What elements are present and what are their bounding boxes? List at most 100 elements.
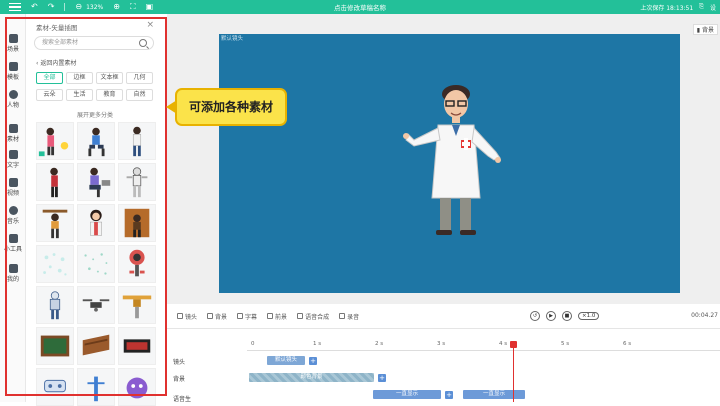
category-textbox[interactable]: 文本框 <box>96 72 123 84</box>
tick-label: 6 s <box>623 341 632 347</box>
add-voice-button[interactable]: + <box>445 391 453 399</box>
person-icon <box>8 90 18 99</box>
play-icon[interactable]: ▶ <box>546 311 556 321</box>
close-icon[interactable]: × <box>146 20 154 30</box>
category-life[interactable]: 生活 <box>66 89 93 101</box>
time-readout: 00:04.27 <box>691 312 718 319</box>
material-item[interactable] <box>36 245 74 283</box>
nav-mine[interactable]: 我的 <box>0 264 26 283</box>
category-education[interactable]: 教育 <box>96 89 123 101</box>
music-icon <box>8 206 18 215</box>
scene-icon <box>8 34 18 43</box>
lens-clip[interactable]: 默认镜头 <box>267 356 305 365</box>
background-tool[interactable]: 背景 <box>207 312 227 321</box>
nav-template[interactable]: 模板 <box>0 62 26 81</box>
tick-label: 1 s <box>313 341 322 347</box>
material-item[interactable] <box>77 327 115 365</box>
template-icon <box>8 62 18 71</box>
category-grid: 全部 边框 文本框 几何 云朵 生活 教育 自然 <box>36 72 156 101</box>
fit-icon[interactable]: ▣ <box>146 3 154 11</box>
material-item[interactable] <box>77 286 115 324</box>
material-item[interactable] <box>118 286 156 324</box>
lens-tool[interactable]: 镜头 <box>177 312 197 321</box>
playhead[interactable] <box>513 344 514 402</box>
menu-icon[interactable] <box>9 3 21 11</box>
voice-clip-2[interactable]: 一直显示 <box>463 390 525 399</box>
voice-clip-1[interactable]: 一直显示 <box>373 390 441 399</box>
draft-title[interactable]: 点击修改草稿名称 <box>0 2 720 12</box>
record-icon <box>339 313 346 319</box>
redo-icon[interactable]: ↷ <box>48 3 55 11</box>
material-item[interactable] <box>77 163 115 201</box>
material-item[interactable] <box>77 245 115 283</box>
material-item[interactable] <box>118 327 156 365</box>
zoom-out-icon[interactable]: ⊖ <box>75 3 82 11</box>
material-item[interactable] <box>77 368 115 406</box>
record-tool[interactable]: 录音 <box>339 312 359 321</box>
track-label-lens: 镜头 <box>173 359 186 366</box>
canvas-lens-label: 默认镜头 <box>221 36 244 42</box>
subtitle-tool[interactable]: 字幕 <box>237 312 257 321</box>
category-geometry[interactable]: 几何 <box>126 72 153 84</box>
add-background-button[interactable]: + <box>378 374 386 382</box>
category-all[interactable]: 全部 <box>36 72 63 84</box>
lens-icon <box>177 313 183 319</box>
nav-text[interactable]: 文字 <box>0 150 26 169</box>
divider <box>64 3 66 11</box>
background-button[interactable]: ▮ 背景 <box>692 24 718 35</box>
text-icon <box>8 150 18 159</box>
background-clip[interactable]: 颜色背景 <box>249 373 374 382</box>
material-item[interactable] <box>118 204 156 242</box>
left-nav: 场景 模板 人物 素材 文字 视频 音乐 小工具 我的 <box>0 14 26 402</box>
nav-music[interactable]: 音乐 <box>0 206 26 225</box>
replay-icon[interactable]: ↺ <box>530 311 540 321</box>
undo-icon[interactable]: ↶ <box>31 3 38 11</box>
back-link[interactable]: ‹ 返回内置素材 <box>36 58 76 67</box>
material-item[interactable] <box>77 204 115 242</box>
save-icon[interactable]: ⎘ <box>699 3 704 11</box>
mine-icon <box>8 264 18 273</box>
tick-label: 3 s <box>437 341 446 347</box>
material-item[interactable] <box>36 163 74 201</box>
category-border[interactable]: 边框 <box>66 72 93 84</box>
top-bar: ↶ ↷ ⊖ 132% ⊕ ⛶ ▣ 点击修改草稿名称 上次保存 18:13:51 … <box>0 0 720 14</box>
zoom-level: 132% <box>86 3 104 11</box>
add-lens-button[interactable]: + <box>309 357 317 365</box>
fullscreen-icon[interactable]: ⛶ <box>130 3 136 11</box>
tick-label: 5 s <box>561 341 570 347</box>
foreground-tool[interactable]: 前景 <box>267 312 287 321</box>
nav-character[interactable]: 人物 <box>0 90 26 109</box>
tools-icon <box>8 234 18 243</box>
material-item[interactable] <box>36 286 74 324</box>
nav-tools[interactable]: 小工具 <box>0 234 26 253</box>
playhead-handle[interactable] <box>510 341 517 348</box>
speed-selector[interactable]: ×1.0 <box>578 312 600 320</box>
material-item[interactable] <box>118 368 156 406</box>
material-item[interactable] <box>77 122 115 160</box>
material-item[interactable] <box>36 368 74 406</box>
material-item[interactable] <box>118 245 156 283</box>
settings-button[interactable]: 设 <box>710 3 716 12</box>
track-label-bg: 背景 <box>173 376 186 383</box>
expand-categories[interactable]: 展开更多分类 <box>36 110 154 119</box>
time-ruler[interactable]: 0 1 s 2 s 3 s 4 s 5 s 6 s <box>247 339 720 351</box>
category-cloud[interactable]: 云朵 <box>36 89 63 101</box>
material-item[interactable] <box>118 122 156 160</box>
subtitle-icon <box>237 313 244 319</box>
material-item[interactable] <box>36 122 74 160</box>
material-item[interactable] <box>118 163 156 201</box>
search-icon[interactable] <box>139 39 147 47</box>
category-nature[interactable]: 自然 <box>126 89 153 101</box>
stop-icon[interactable]: ■ <box>562 311 572 321</box>
nav-video[interactable]: 视频 <box>0 178 26 197</box>
material-item[interactable] <box>36 327 74 365</box>
foreground-icon <box>267 313 274 319</box>
material-item[interactable] <box>36 204 74 242</box>
voice-icon <box>297 313 304 319</box>
zoom-in-icon[interactable]: ⊕ <box>113 3 120 11</box>
voice-tool[interactable]: 语音合成 <box>297 312 329 321</box>
doctor-character[interactable] <box>400 80 510 245</box>
search-input[interactable]: 搜索全部素材 <box>34 36 154 50</box>
nav-scene[interactable]: 场景 <box>0 34 26 53</box>
nav-material[interactable]: 素材 <box>0 124 26 143</box>
